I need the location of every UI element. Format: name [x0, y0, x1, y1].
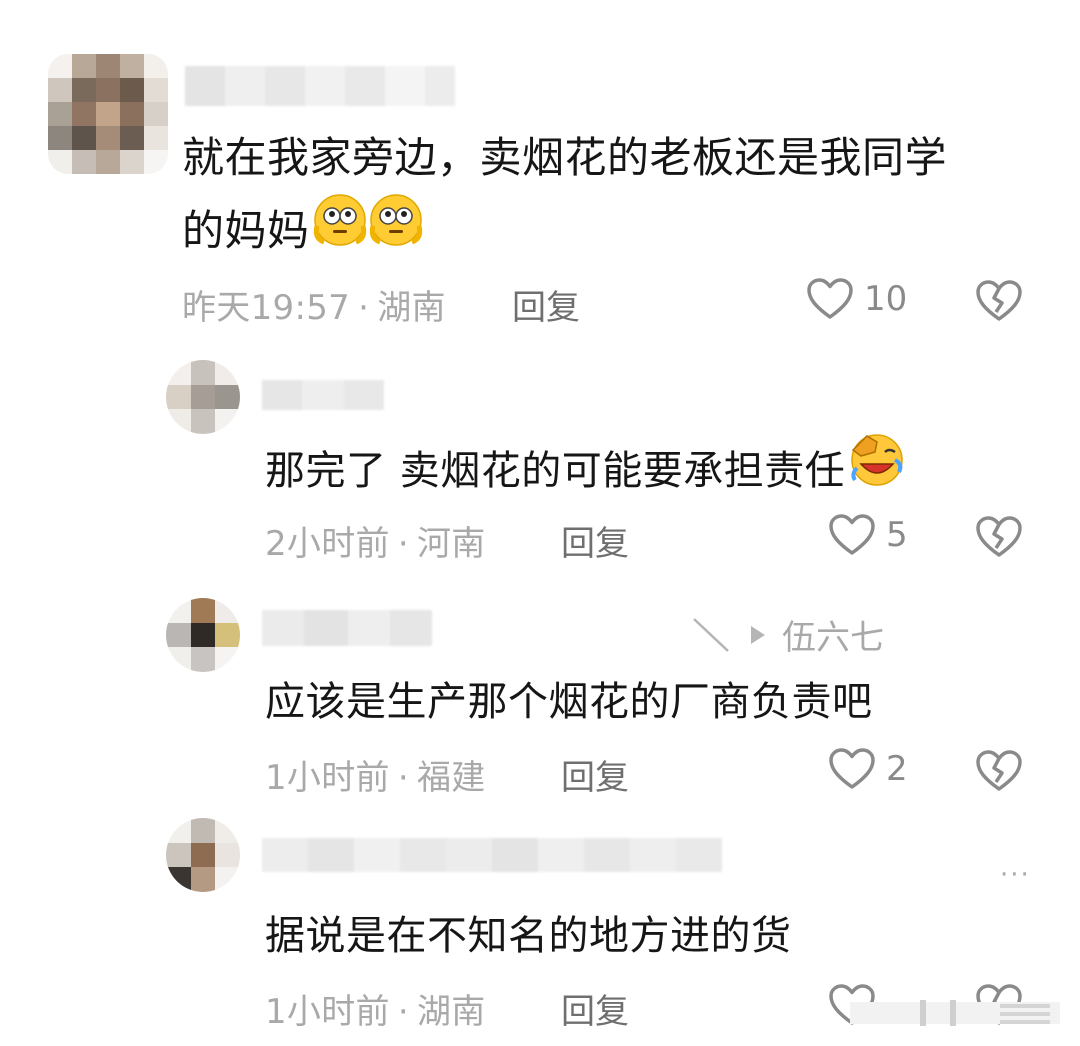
username-blurred[interactable] — [185, 66, 455, 106]
comment-time: 昨天19:57 — [182, 288, 351, 328]
comment-text: 应该是生产那个烟花的厂商负责吧 — [265, 679, 873, 725]
reply-button[interactable]: 回复 — [561, 984, 629, 1033]
like-count: 2 — [886, 749, 908, 789]
avatar[interactable] — [48, 54, 168, 174]
like-button[interactable]: 5 — [828, 513, 908, 557]
shocked-eyes-emoji — [368, 192, 424, 270]
comment-text: 据说是在不知名的地方进的货 — [265, 913, 792, 959]
username-blurred[interactable] — [262, 610, 432, 646]
avatar[interactable] — [166, 598, 240, 672]
comment-text-line2-content: 的妈妈 — [182, 206, 310, 255]
username-blurred[interactable] — [262, 838, 742, 872]
username-blurred[interactable] — [262, 380, 384, 410]
more-options-icon[interactable]: ··· — [1000, 860, 1031, 890]
slash-icon — [693, 617, 729, 652]
meta-separator: · — [358, 288, 370, 328]
like-button[interactable]: 10 — [806, 277, 907, 321]
heart-icon — [807, 278, 853, 319]
comment-meta: 1小时前 · 湖南 — [265, 984, 486, 1033]
meta-separator: · — [397, 524, 409, 564]
dislike-icon[interactable] — [975, 515, 1023, 559]
avatar[interactable] — [166, 818, 240, 892]
comment-text-line2: 的妈妈 — [182, 192, 424, 270]
dislike-icon[interactable] — [975, 749, 1023, 793]
watermark-blurred — [850, 996, 1060, 1030]
dislike-icon[interactable] — [975, 279, 1023, 323]
heart-icon — [829, 748, 875, 789]
meta-separator: · — [397, 992, 409, 1032]
meta-separator: · — [397, 758, 409, 798]
reply-to-name: 伍六七 — [782, 618, 884, 658]
reply-button[interactable]: 回复 — [561, 750, 629, 799]
comment-location: 河南 — [416, 524, 486, 564]
comment-meta: 1小时前 · 福建 — [265, 750, 486, 799]
comment-meta: 昨天19:57 · 湖南 — [182, 280, 446, 329]
like-count: 10 — [864, 279, 908, 319]
comment-meta: 2小时前 · 河南 — [265, 516, 486, 565]
shocked-eyes-emoji — [312, 192, 368, 270]
comment-time: 2小时前 — [265, 524, 390, 564]
reply-button[interactable]: 回复 — [561, 516, 629, 565]
comment-text-content: 那完了 卖烟花的可能要承担责任 — [265, 447, 846, 494]
comment-time: 1小时前 — [265, 992, 390, 1032]
comment-location: 湖南 — [416, 992, 486, 1032]
comment-text: 那完了 卖烟花的可能要承担责任 — [265, 430, 905, 511]
heart-icon — [829, 514, 875, 555]
like-count: 5 — [886, 515, 908, 555]
avatar[interactable] — [166, 360, 240, 434]
play-triangle-icon — [751, 625, 765, 644]
comment-location: 福建 — [416, 758, 486, 798]
facepalm-laugh-emoji — [847, 430, 905, 511]
comment-location: 湖南 — [377, 288, 446, 328]
comment-text-line1: 就在我家旁边，卖烟花的老板还是我同学 — [182, 133, 948, 182]
like-button[interactable]: 2 — [828, 747, 908, 791]
reply-to-indicator[interactable]: 伍六七 — [690, 610, 884, 659]
reply-button[interactable]: 回复 — [512, 280, 580, 329]
watermark-graphic — [850, 1000, 1060, 1026]
comment-time: 1小时前 — [265, 758, 390, 798]
